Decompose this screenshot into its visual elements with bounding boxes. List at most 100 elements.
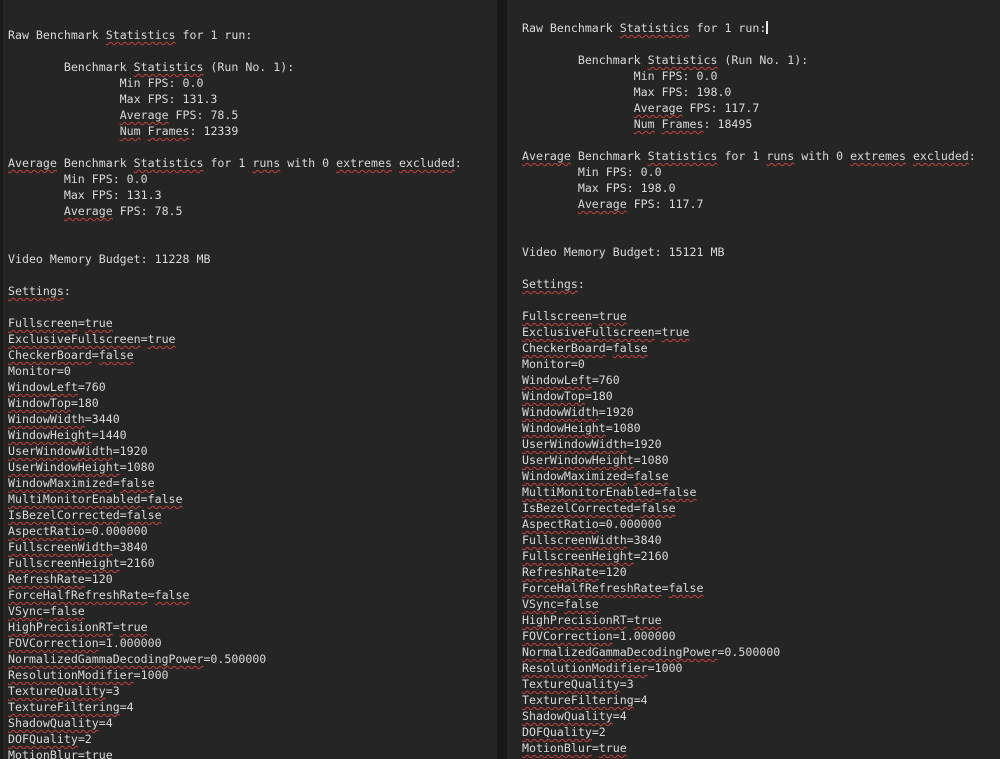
misspelled-word: TextureQuality — [8, 684, 106, 698]
text-line: Average Benchmark Statistics for 1 runs … — [8, 155, 497, 171]
misspelled-word: IsBezelCorrected — [522, 501, 634, 515]
text-segment: =1920 — [627, 437, 662, 451]
text-segment: FPS: 78.5 — [169, 108, 239, 122]
text-segment — [392, 156, 399, 170]
text-line: FullscreenWidth=3840 — [522, 532, 1000, 548]
text-segment: =3840 — [627, 533, 662, 547]
text-line: HighPrecisionRT=true — [522, 612, 1000, 628]
text-segment: = — [120, 508, 127, 522]
misspelled-word: ForceHalfRefreshRate — [8, 588, 148, 602]
misspelled-word: MultiMonitorEnabled — [522, 485, 655, 499]
misspelled-word: WindowHeight — [8, 428, 92, 442]
text-line: Video Memory Budget: 11228 MB — [8, 251, 497, 267]
misspelled-word: AspectRatio — [522, 517, 599, 531]
text-segment: =120 — [85, 572, 113, 586]
misspelled-word: WindowWidth — [8, 412, 85, 426]
text-line: WindowTop=180 — [522, 388, 1000, 404]
blank-line — [8, 139, 497, 155]
text-line: Max FPS: 198.0 — [522, 84, 1000, 100]
text-segment: =1.000000 — [613, 629, 676, 643]
text-line: Max FPS: 131.3 — [8, 91, 497, 107]
misspelled-word: TextureFiltering — [8, 700, 120, 714]
misspelled-word: Fullscreen — [522, 309, 592, 323]
blank-line — [522, 228, 1000, 244]
text-segment: = — [655, 325, 662, 339]
misspelled-word: Statistics — [620, 21, 690, 35]
misspelled-word: FullscreenWidth — [8, 540, 113, 554]
text-segment: =2160 — [120, 556, 155, 570]
misspelled-word: HighPrecisionRT — [522, 613, 627, 627]
misspelled-word: WindowMaximized — [522, 469, 627, 483]
text-segment: (Run No. 1): — [203, 60, 294, 74]
blank-line — [522, 260, 1000, 276]
text-segment — [655, 117, 662, 131]
misspelled-word: ShadowQuality — [522, 709, 613, 723]
text-line: HighPrecisionRT=true — [8, 619, 497, 635]
misspelled-word: Average — [578, 197, 627, 211]
misspelled-word: DOFQuality — [522, 725, 592, 739]
text-segment: with 0 — [280, 156, 336, 170]
misspelled-word: NormalizedGammaDecodingPower — [8, 652, 203, 666]
text-line: Min FPS: 0.0 — [8, 75, 497, 91]
text-segment — [8, 108, 120, 122]
blank-line — [522, 36, 1000, 52]
text-line: IsBezelCorrected=false — [8, 507, 497, 523]
misspelled-word: ResolutionModifier — [8, 668, 134, 682]
text-segment: =3440 — [85, 412, 120, 426]
text-line: ShadowQuality=4 — [522, 708, 1000, 724]
text-segment — [522, 101, 634, 115]
text-line: Average FPS: 117.7 — [522, 196, 1000, 212]
text-line: WindowTop=180 — [8, 395, 497, 411]
text-line: NormalizedGammaDecodingPower=0.500000 — [8, 651, 497, 667]
text-segment: =0.500000 — [203, 652, 266, 666]
blank-line — [522, 132, 1000, 148]
text-segment: with 0 — [794, 149, 850, 163]
misspelled-word: WindowHeight — [522, 421, 606, 435]
text-segment: : — [455, 156, 462, 170]
misspelled-word: NormalizedGammaDecodingPower — [522, 645, 717, 659]
text-segment: for 1 run: — [176, 28, 253, 42]
text-line: Settings: — [522, 276, 1000, 292]
text-line: Num Frames: 12339 — [8, 123, 497, 139]
text-line: Average FPS: 78.5 — [8, 107, 497, 123]
text-segment: FPS: 78.5 — [113, 204, 183, 218]
misspelled-word: CheckerBoard — [8, 348, 92, 362]
text-segment: = — [92, 348, 99, 362]
misspelled-word: Frames — [662, 117, 704, 131]
text-segment: Max FPS: 198.0 — [522, 181, 676, 195]
misspelled-word: true — [599, 309, 627, 323]
text-segment: : — [969, 149, 976, 163]
text-line: WindowHeight=1080 — [522, 420, 1000, 436]
misspelled-word: Average — [120, 108, 169, 122]
misspelled-word: UserWindowHeight — [522, 453, 634, 467]
text-segment — [906, 149, 913, 163]
right-editor-pane[interactable]: Raw Benchmark Statistics for 1 run: Benc… — [507, 0, 1000, 759]
misspelled-word: DOFQuality — [8, 732, 78, 746]
text-segment: =2 — [78, 732, 92, 746]
text-segment: = — [148, 588, 155, 602]
misspelled-word: VSync — [522, 597, 557, 611]
text-segment: = — [78, 748, 85, 759]
misspelled-word: RefreshRate — [522, 565, 599, 579]
text-line: NormalizedGammaDecodingPower=0.500000 — [522, 644, 1000, 660]
misspelled-word: ResolutionModifier — [522, 661, 648, 675]
text-line: IsBezelCorrected=false — [522, 500, 1000, 516]
misspelled-word: ShadowQuality — [8, 716, 99, 730]
left-editor-pane[interactable]: Raw Benchmark Statistics for 1 run: Benc… — [0, 0, 497, 759]
misspelled-word: FOVCorrection — [8, 636, 99, 650]
misspelled-word: true — [662, 325, 690, 339]
misspelled-word: FullscreenWidth — [522, 533, 627, 547]
text-segment: =180 — [585, 389, 613, 403]
text-segment: =2160 — [634, 549, 669, 563]
text-line: Min FPS: 0.0 — [522, 164, 1000, 180]
text-line: TextureFiltering=4 — [8, 699, 497, 715]
misspelled-word: Frames — [148, 124, 190, 138]
text-line: Benchmark Statistics (Run No. 1): — [8, 59, 497, 75]
text-line: Raw Benchmark Statistics for 1 run: — [522, 20, 1000, 36]
text-segment: = — [627, 613, 634, 627]
text-segment: = — [78, 316, 85, 330]
text-line: UserWindowHeight=1080 — [522, 452, 1000, 468]
text-segment: : — [64, 284, 71, 298]
text-line: FOVCorrection=1.000000 — [8, 635, 497, 651]
misspelled-word: Num — [634, 117, 655, 131]
